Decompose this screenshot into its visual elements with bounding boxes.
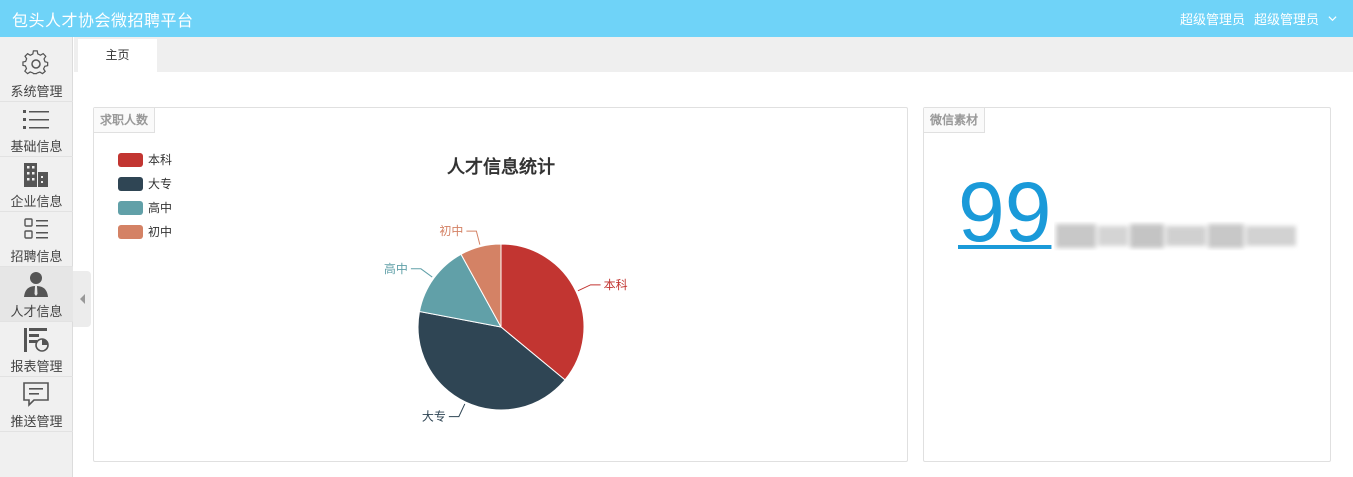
sidebar-item-push[interactable]: 推送管理 (0, 377, 73, 432)
pie-label-line (448, 403, 466, 418)
legend-swatch[interactable] (118, 177, 143, 191)
chevron-left-icon (80, 294, 85, 304)
user-name[interactable]: 超级管理员 (1254, 9, 1319, 28)
chart-title: 人才信息统计 (447, 156, 555, 178)
person-icon (24, 272, 48, 297)
blurred-text (1056, 224, 1296, 248)
pie-label-line (577, 284, 601, 292)
wechat-material-count[interactable]: 99 (958, 166, 1051, 258)
sidebar-item-label: 企业信息 (10, 195, 63, 210)
sidebar-item-label: 基础信息 (10, 140, 63, 155)
gear-icon (22, 50, 49, 75)
building-icon (24, 163, 48, 187)
pie-label: 本科 (604, 278, 628, 292)
sidebar-item-label: 报表管理 (10, 360, 63, 375)
recruit-list-icon (24, 218, 48, 239)
top-bar: 包头人才协会微招聘平台 超级管理员 超级管理员 (0, 0, 1353, 37)
sidebar-item-company[interactable]: 企业信息 (0, 157, 73, 212)
pie-label-line (410, 268, 433, 278)
user-menu[interactable]: 超级管理员 超级管理员 (1180, 9, 1337, 28)
job-seekers-panel: 求职人数 人才信息统计 本科 大专 高中 初中 本科 大专 高中 初中 (93, 107, 908, 462)
pie-label: 大专 (422, 409, 446, 424)
panel-title: 微信素材 (924, 108, 986, 133)
user-role: 超级管理员 (1179, 13, 1245, 28)
legend-swatch[interactable] (118, 225, 143, 239)
report-icon (24, 328, 49, 352)
legend-label[interactable]: 大专 (148, 176, 172, 191)
sidebar-item-label: 系统管理 (10, 85, 63, 100)
app-title: 包头人才协会微招聘平台 (12, 11, 194, 30)
list-icon (23, 110, 49, 129)
sidebar-item-recruit[interactable]: 招聘信息 (0, 212, 73, 267)
legend-label[interactable]: 初中 (148, 224, 172, 239)
tab-bar: 主页 (74, 37, 1353, 72)
sidebar-collapse-button[interactable] (73, 271, 91, 327)
wechat-material-panel: 微信素材 99 (923, 107, 1331, 462)
pie-label: 高中 (384, 261, 408, 276)
sidebar: 系统管理 基础信息 企业信息 招聘信息 人才信息 报表管理 推送管理 (0, 37, 73, 477)
legend-label[interactable]: 本科 (148, 153, 172, 167)
legend-swatch[interactable] (118, 201, 143, 215)
legend-label[interactable]: 高中 (148, 200, 172, 215)
sidebar-item-report[interactable]: 报表管理 (0, 322, 73, 377)
pie-chart: 人才信息统计本科大专高中初中本科大专高中初中 (118, 153, 628, 424)
sidebar-item-talent[interactable]: 人才信息 (0, 267, 73, 322)
sidebar-item-label: 推送管理 (10, 415, 63, 430)
tab-home[interactable]: 主页 (78, 39, 157, 72)
sidebar-item-system[interactable]: 系统管理 (0, 47, 73, 102)
sidebar-item-label: 招聘信息 (10, 250, 63, 265)
chevron-down-icon (1328, 16, 1337, 22)
pie-label: 初中 (439, 223, 463, 238)
sidebar-item-label: 人才信息 (10, 305, 63, 320)
message-icon (23, 382, 49, 407)
sidebar-item-basic[interactable]: 基础信息 (0, 102, 73, 157)
pie-label-line (466, 230, 481, 245)
legend-swatch[interactable] (118, 153, 143, 167)
